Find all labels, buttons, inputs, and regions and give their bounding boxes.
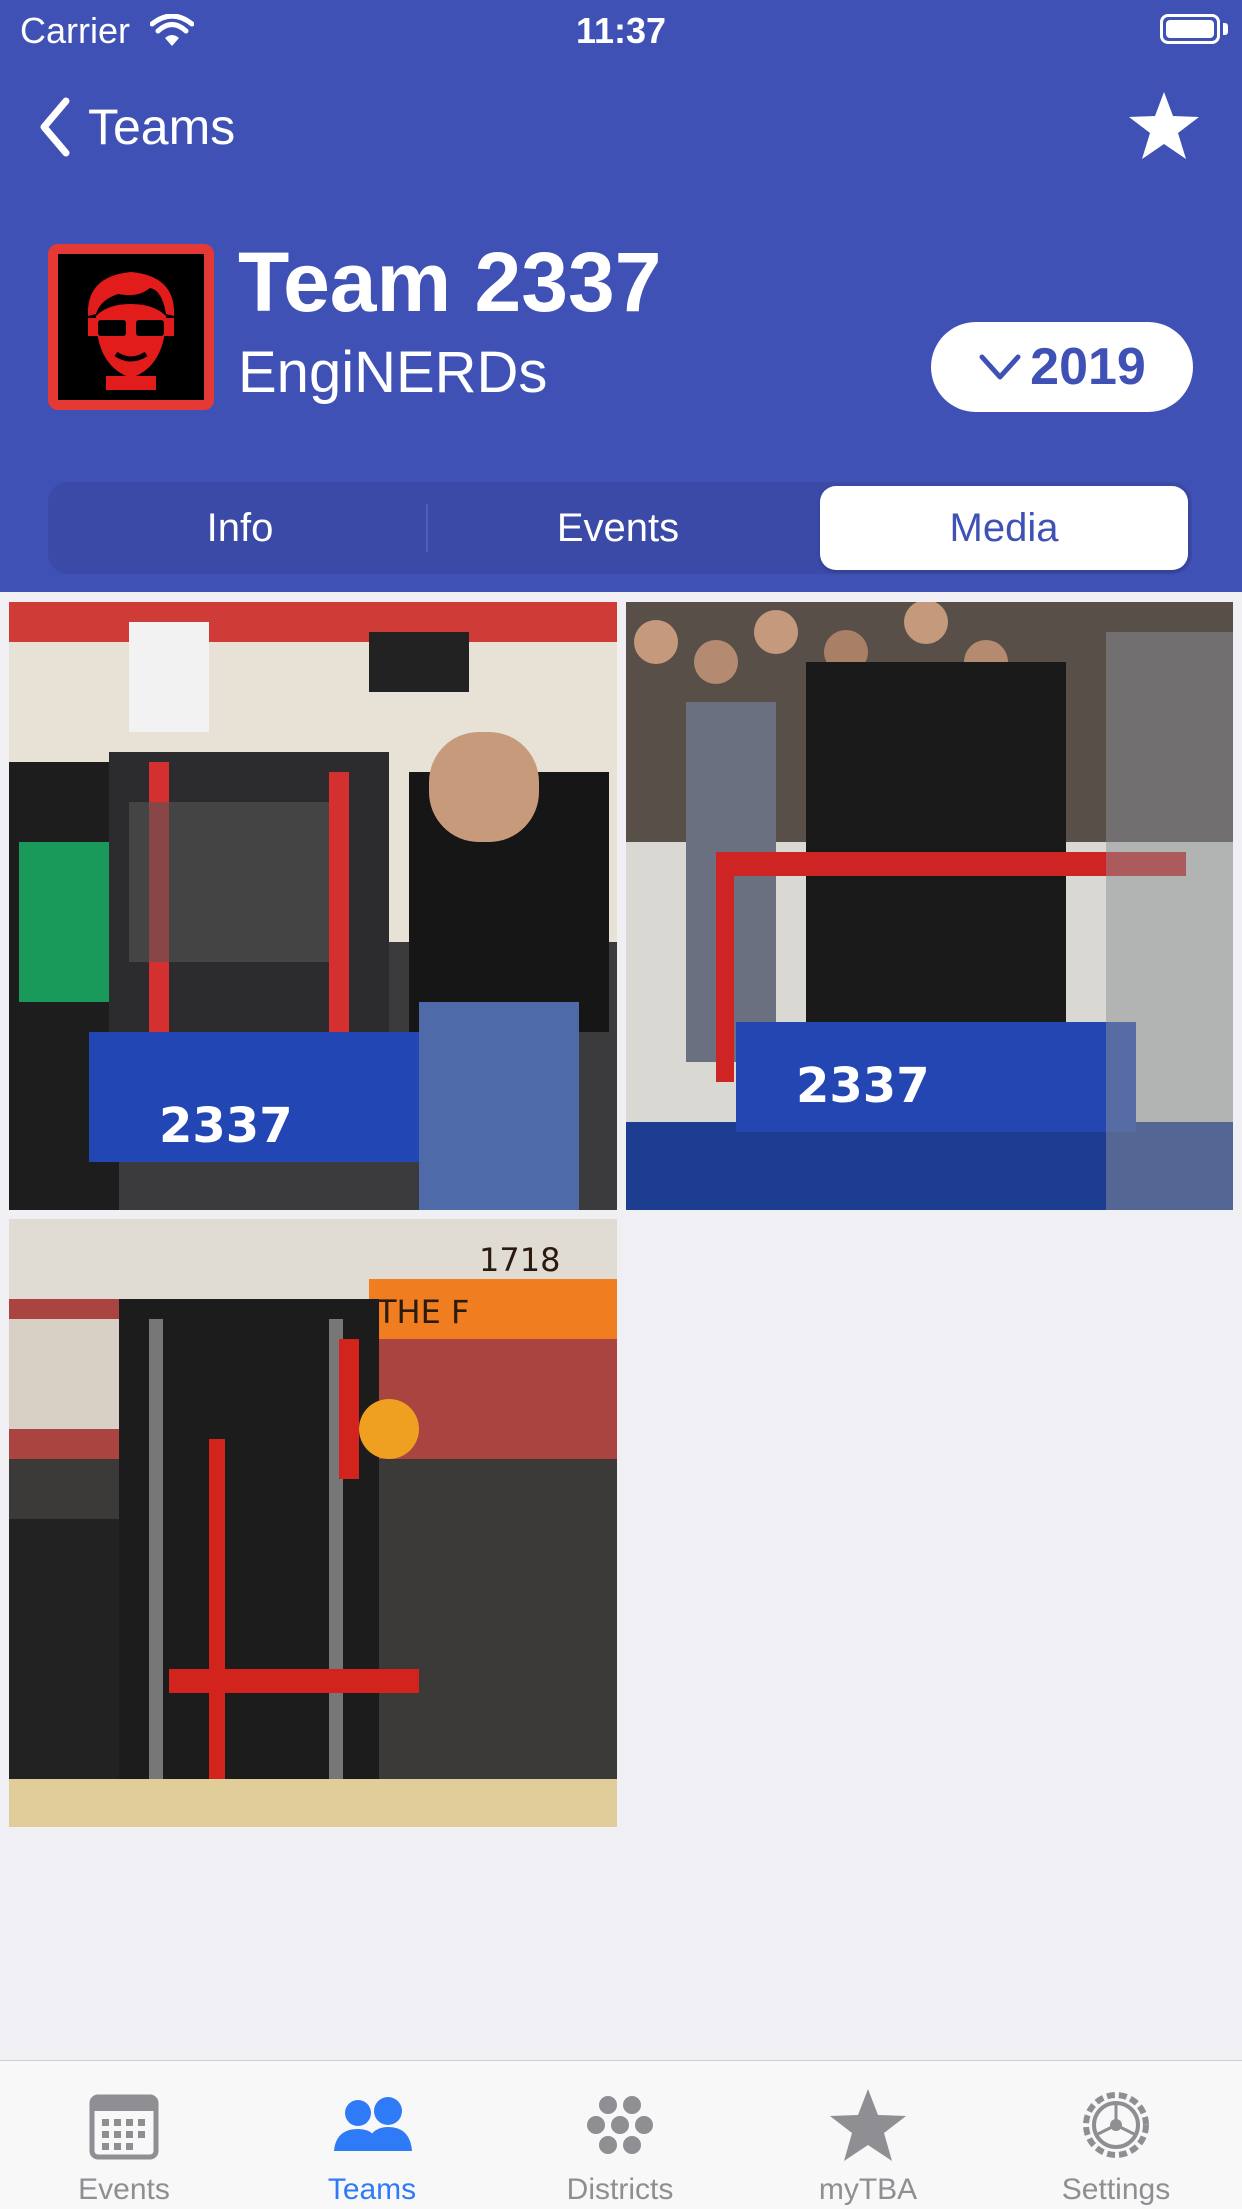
segment-media[interactable]: Media (820, 486, 1188, 570)
team-header: Carrier 11:37 Teams Team 2337 EngiNERDs (0, 0, 1242, 592)
photo-robot-number: 2337 (796, 1058, 930, 1114)
photo-banner-text: THE F (376, 1293, 469, 1331)
calendar-icon (89, 2094, 159, 2160)
status-time: 11:37 (575, 10, 667, 51)
tab-mytba[interactable]: myTBA (744, 2061, 992, 2209)
star-icon (830, 2089, 906, 2161)
segmented-control: Info Events Media (48, 482, 1192, 574)
back-label: Teams (88, 99, 236, 155)
tab-label: Events (78, 2173, 170, 2206)
photo-robot-number: 2337 (159, 1098, 293, 1154)
favorite-star-icon[interactable] (1126, 88, 1202, 164)
team-avatar (48, 244, 214, 410)
tab-label: Districts (566, 2173, 674, 2206)
battery-icon (1160, 14, 1220, 44)
tab-label: Teams (327, 2173, 417, 2206)
segment-divider (426, 504, 428, 552)
segment-events[interactable]: Events (430, 486, 806, 570)
team-avatar-face-icon (58, 254, 204, 400)
team-nickname: EngiNERDs (238, 340, 548, 405)
segment-info[interactable]: Info (52, 486, 428, 570)
robot-photo-image: THE F 1718 (9, 1219, 617, 1827)
tab-districts[interactable]: Districts (496, 2061, 744, 2209)
year-label: 2019 (1030, 338, 1146, 396)
people-icon (334, 2097, 412, 2151)
tab-events[interactable]: Events (0, 2061, 248, 2209)
robot-photo-image: 2337 (9, 602, 617, 1210)
media-photo[interactable]: THE F 1718 (9, 1219, 617, 1827)
tab-label: Settings (1061, 2173, 1171, 2206)
tab-label: myTBA (818, 2173, 918, 2206)
gear-icon (1083, 2092, 1149, 2158)
chevron-left-icon (40, 97, 70, 157)
tab-bar: Events Teams Districts myTBA Settings (0, 2060, 1242, 2209)
photo-robot-number: 1718 (479, 1241, 560, 1279)
tab-teams[interactable]: Teams (248, 2061, 496, 2209)
media-photo[interactable]: 2337 (626, 602, 1233, 1210)
dots-icon (587, 2096, 653, 2154)
tab-settings[interactable]: Settings (992, 2061, 1240, 2209)
media-photo[interactable]: 2337 (9, 602, 617, 1210)
back-button[interactable]: Teams (36, 94, 235, 160)
robot-photo-image: 2337 (626, 602, 1233, 1210)
battery-nub (1223, 23, 1228, 35)
year-selector-button[interactable]: 2019 (931, 322, 1193, 412)
team-title: Team 2337 (238, 235, 662, 329)
chevron-down-icon (979, 354, 1021, 380)
